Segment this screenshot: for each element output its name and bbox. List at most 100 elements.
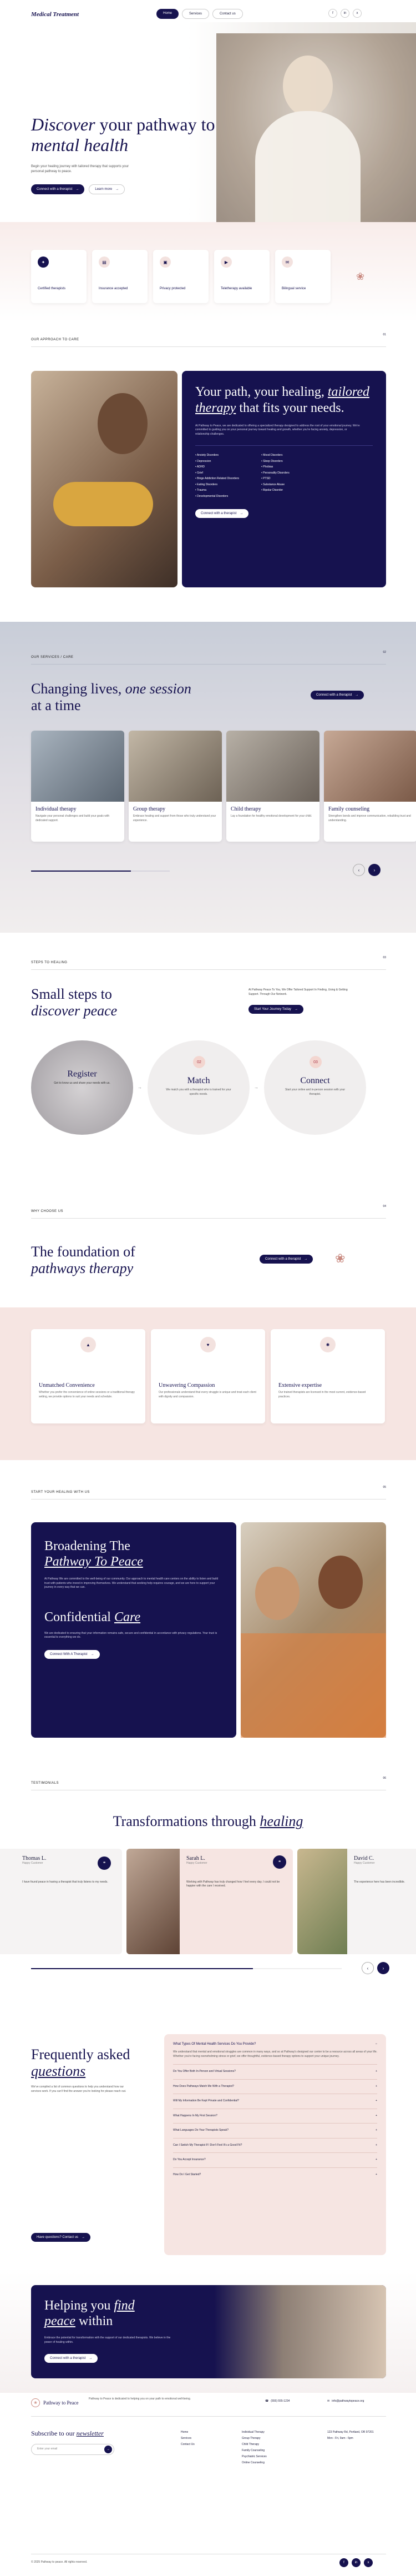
- faq-item[interactable]: How Do I Get Started? +: [173, 2168, 377, 2182]
- faq-contact-button[interactable]: Have questions? Contact us →: [31, 2233, 91, 2242]
- peace-panel: Broadening The Pathway To Peace At Pathwa…: [31, 1522, 236, 1738]
- service-photo: [129, 731, 222, 802]
- learn-more-button[interactable]: Learn more →: [89, 184, 125, 194]
- step-number: 02: [193, 1056, 205, 1068]
- service-photo: [324, 731, 416, 802]
- step-number: 03: [310, 1056, 322, 1068]
- foundation-connect-button[interactable]: Connect with a therapist →: [260, 1255, 313, 1264]
- plus-icon: +: [376, 2099, 377, 2102]
- features-row: ✦ Certified therapists ▤ Insurance accep…: [31, 250, 331, 303]
- next-arrow-icon[interactable]: ›: [368, 864, 381, 876]
- testimonial-card-active: Sarah L. Happy Customer Working with Pat…: [126, 1849, 293, 1954]
- photo-person-body: [241, 1633, 386, 1738]
- step-content: Match We match you with a therapist who …: [166, 1076, 231, 1096]
- testimonials-track[interactable]: [31, 1968, 342, 1969]
- plus-icon: +: [376, 2143, 377, 2147]
- arrow-icon: →: [240, 512, 243, 516]
- social-links: f in x: [328, 9, 362, 18]
- step-content: Connect Start your online and in-person …: [285, 1076, 346, 1096]
- cta-connect-button[interactable]: Connect with a therapist →: [44, 2354, 98, 2363]
- peace-heading-2: Confidential Care: [44, 1609, 141, 1624]
- hero-buttons: Connect with a therapist → Learn more →: [31, 184, 125, 194]
- chat-icon: ✉: [282, 256, 293, 268]
- step-circle: 02 Match We match you with a therapist w…: [148, 1040, 250, 1135]
- subscribe-heading: Subscribe to our newsletter: [31, 2429, 104, 2437]
- approach-list: • Anxiety Disorders • Depression • ADHD • G…: [195, 445, 373, 499]
- facebook-icon[interactable]: f: [328, 9, 337, 18]
- faq-item[interactable]: What Languages Do Your Therapists Speak?…: [173, 2124, 377, 2139]
- cta-banner: Helping you find peace within Embrace th…: [31, 2285, 386, 2378]
- arrow-icon: →: [304, 1257, 308, 1261]
- plus-icon: +: [376, 2158, 377, 2161]
- connect-therapist-button[interactable]: Connect with a therapist →: [31, 184, 85, 194]
- start-journey-button[interactable]: Start Your Journey Today →: [248, 1005, 303, 1014]
- linkedin-icon[interactable]: in: [341, 9, 349, 18]
- peace-label-row: START YOUR HEALING WITH US 05: [31, 1486, 386, 1500]
- faq-item[interactable]: Do You Offer Both In-Person and Virtual …: [173, 2065, 377, 2080]
- steps-heading: Small steps to discover peace: [31, 986, 118, 1019]
- faq-item[interactable]: Do You Accept Insurance? +: [173, 2153, 377, 2168]
- plus-icon: +: [376, 2114, 377, 2117]
- service-card[interactable]: Family counseling Strengthen bonds and im…: [324, 731, 416, 842]
- faq-item-open[interactable]: What Types Of Mental Health Services Do …: [173, 2042, 377, 2047]
- photo-person-sleeve: [53, 482, 153, 526]
- feature-card: ✦ Certified therapists: [31, 250, 87, 303]
- email-input[interactable]: Enter your email: [37, 2447, 57, 2452]
- footer: ❀ Pathway to Peace Pathway to Peace is d…: [0, 2393, 416, 2576]
- x-icon[interactable]: x: [353, 9, 362, 18]
- service-card[interactable]: Individual therapy Navigate your personal…: [31, 731, 124, 842]
- arrow-icon: →: [75, 188, 79, 191]
- photo-person-head: [318, 1556, 363, 1609]
- badge-icon: ✦: [38, 256, 49, 268]
- foundation-card: ♥ Unwavering Compassion Our professional…: [151, 1329, 265, 1423]
- approach-connect-button[interactable]: Connect with a therapist →: [195, 509, 249, 519]
- submit-arrow-icon[interactable]: →: [104, 2446, 112, 2453]
- testimonials-fill: [31, 1968, 253, 1969]
- footer-email[interactable]: ✉ info@pathwaytopeace.org: [327, 2399, 364, 2404]
- foundation-section: WHY CHOOSE US 04 The foundation of pathwa…: [0, 1183, 416, 1460]
- service-card[interactable]: Group therapy Embrace healing and support…: [129, 731, 222, 842]
- nav-contact[interactable]: Contact us: [212, 9, 243, 19]
- star-icon: ✺: [320, 1337, 336, 1352]
- arrow-icon: →: [254, 1085, 258, 1090]
- service-card[interactable]: Child therapy Lay a foundation for health…: [226, 731, 319, 842]
- document-icon: ▤: [99, 256, 110, 268]
- plus-icon: +: [376, 2084, 377, 2088]
- faq-item[interactable]: Can I Switch My Therapist If I Don't Fee…: [173, 2139, 377, 2153]
- arrow-icon: →: [355, 693, 359, 697]
- x-icon[interactable]: x: [364, 2558, 373, 2567]
- facebook-icon[interactable]: f: [339, 2558, 348, 2567]
- feature-card: ▣ Privacy protected: [153, 250, 209, 303]
- peace-text-2: We are dedicated to ensuring that your i…: [44, 1631, 217, 1639]
- prev-arrow-icon[interactable]: ‹: [362, 1962, 374, 1974]
- testimonials-carousel: Thomas L. Happy Customer I have found pe…: [0, 1849, 416, 1960]
- testimonials-nav: ‹ ›: [362, 1962, 389, 1974]
- linkedin-icon[interactable]: in: [352, 2558, 361, 2567]
- prev-arrow-icon[interactable]: ‹: [353, 864, 365, 876]
- steps-label-row: STEPS TO HEALING 03: [31, 956, 386, 970]
- peace-connect-button[interactable]: Connect With A Therapist →: [44, 1649, 100, 1659]
- footer-phone[interactable]: ☎ (555) 555-1234: [265, 2399, 290, 2404]
- services-label-row: OUR SERVICES / CARE 02: [31, 651, 386, 665]
- cta-photo: [214, 2285, 386, 2378]
- approach-label-row: OUR APPROACH TO CARE 01: [31, 333, 386, 347]
- slider-track[interactable]: [31, 871, 170, 872]
- hero-photo: [216, 33, 416, 222]
- heart-icon: ♥: [200, 1337, 216, 1352]
- nav-services[interactable]: Services: [182, 9, 210, 19]
- footer-col-1: Home Services Contact Us: [181, 2431, 195, 2446]
- testimonial-photo: [126, 1849, 180, 1954]
- testimonials-label-row: TESTIMONIALS 06: [31, 1777, 386, 1790]
- faq-intro: We've compiled a list of common question…: [31, 2085, 126, 2093]
- nav-home[interactable]: Home: [156, 9, 179, 19]
- faq-item[interactable]: How Does Pathways Match Me With a Therap…: [173, 2080, 377, 2094]
- footer-logo[interactable]: ❀ Pathway to Peace: [31, 2398, 78, 2407]
- next-arrow-icon[interactable]: ›: [377, 1962, 389, 1974]
- arrow-icon: →: [138, 1085, 142, 1090]
- faq-item[interactable]: What Happens In My First Session? +: [173, 2109, 377, 2124]
- hero-person-head: [283, 56, 333, 117]
- faq-item[interactable]: Will My Information Be Kept Private and …: [173, 2094, 377, 2109]
- services-connect-button[interactable]: Connect with a therapist →: [311, 691, 364, 700]
- logo[interactable]: Medical Treatment: [31, 11, 79, 18]
- quote-icon: ❝: [273, 1855, 286, 1869]
